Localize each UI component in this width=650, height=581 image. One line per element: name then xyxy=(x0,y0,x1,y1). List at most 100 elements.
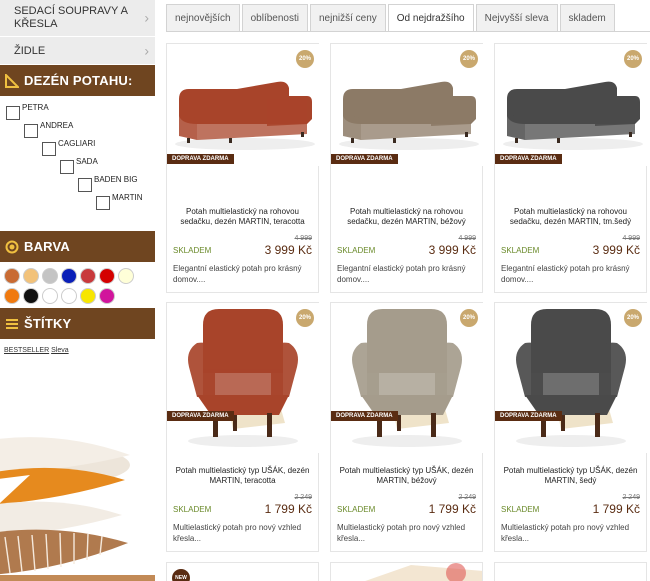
stock-status: SKLADEM xyxy=(501,505,540,514)
tag-sleva[interactable]: Sleva xyxy=(51,347,69,354)
category-sedaci-soupravy[interactable]: SEDACÍ SOUPRAVY A KŘESLA › xyxy=(0,0,155,37)
checkbox[interactable] xyxy=(96,196,110,210)
product-price: 3 999 Kč xyxy=(592,243,640,257)
color-swatch[interactable] xyxy=(118,268,134,284)
tab-0[interactable]: nejnovějších xyxy=(166,4,240,32)
sidebar: SEDACÍ SOUPRAVY A KŘESLA › ŽIDLE › DEZÉN… xyxy=(0,0,155,581)
pattern-andrea[interactable]: ANDREA xyxy=(24,121,74,138)
color-swatch[interactable] xyxy=(80,268,96,284)
product-card[interactable] xyxy=(330,562,483,581)
free-shipping-badge: DOPRAVA ZDARMA xyxy=(331,154,398,164)
discount-badge: 20% xyxy=(624,50,642,68)
pattern-petra[interactable]: PETRA xyxy=(6,103,49,120)
product-image[interactable] xyxy=(167,44,320,166)
pattern-label: ANDREA xyxy=(40,121,74,130)
product-image[interactable] xyxy=(167,303,320,453)
color-swatch[interactable] xyxy=(4,268,20,284)
product-image[interactable] xyxy=(495,44,648,166)
discount-badge: 20% xyxy=(296,50,314,68)
product-title[interactable]: Potah multielastický typ UŠÁK, dezén MAR… xyxy=(499,466,642,486)
pattern-heading-label: DEZÉN POTAHU: xyxy=(24,73,133,88)
triangle-ruler-icon xyxy=(4,73,20,89)
pattern-baden-big[interactable]: BADEN BIG xyxy=(78,175,138,192)
free-shipping-badge: DOPRAVA ZDARMA xyxy=(167,154,234,164)
page: SEDACÍ SOUPRAVY A KŘESLA › ŽIDLE › DEZÉN… xyxy=(0,0,650,581)
product-card[interactable]: 20% DOPRAVA ZDARMA Potah multielastický … xyxy=(330,302,484,552)
color-swatches xyxy=(0,262,155,304)
pattern-tree: PETRA ANDREA CAGLIARI SADA BADEN BIG MAR… xyxy=(0,96,155,228)
product-card[interactable]: 20% DOPRAVA ZDARMA Potah multielastický … xyxy=(330,43,484,293)
tab-4[interactable]: Nejvyšší sleva xyxy=(475,4,558,32)
swatch-row xyxy=(4,288,155,304)
pattern-cagliari[interactable]: CAGLIARI xyxy=(42,139,96,156)
tag-list: BESTSELLER Sleva xyxy=(0,339,155,411)
product-card[interactable] xyxy=(494,562,647,581)
color-swatch[interactable] xyxy=(23,268,39,284)
free-shipping-badge: DOPRAVA ZDARMA xyxy=(331,411,398,421)
color-swatch[interactable] xyxy=(99,288,115,304)
discount-badge: 20% xyxy=(460,309,478,327)
color-swatch[interactable] xyxy=(42,288,58,304)
color-swatch[interactable] xyxy=(42,268,58,284)
old-price: 2 249 xyxy=(294,494,312,501)
color-swatch[interactable] xyxy=(61,288,77,304)
color-swatch[interactable] xyxy=(61,268,77,284)
pattern-heading: DEZÉN POTAHU: xyxy=(0,65,155,96)
checkbox[interactable] xyxy=(6,106,20,120)
stock-status: SKLADEM xyxy=(337,246,376,255)
checkbox[interactable] xyxy=(24,124,38,138)
color-swatch[interactable] xyxy=(4,288,20,304)
product-title[interactable]: Potah multielastický na rohovou sedačku,… xyxy=(171,207,314,227)
color-swatch[interactable] xyxy=(23,288,39,304)
product-price: 1 799 Kč xyxy=(428,502,476,516)
color-swatch[interactable] xyxy=(99,268,115,284)
color-heading: BARVA xyxy=(0,231,155,262)
product-description: Multielastický potah pro nový vzhled kře… xyxy=(337,523,466,543)
sort-tabs: nejnovějších oblíbenosti nejnižší ceny Od n… xyxy=(166,4,617,32)
pattern-label: PETRA xyxy=(22,103,49,112)
chevron-right-icon: › xyxy=(144,42,149,58)
product-description: Multielastický potah pro nový vzhled kře… xyxy=(501,523,630,543)
pattern-martin[interactable]: MARTIN xyxy=(96,193,143,210)
tab-3[interactable]: Od nejdražšího xyxy=(387,4,474,32)
pattern-label: CAGLIARI xyxy=(58,139,96,148)
tag-bestseller[interactable]: BESTSELLER xyxy=(4,347,49,354)
free-shipping-badge: DOPRAVA ZDARMA xyxy=(495,411,562,421)
product-image[interactable] xyxy=(331,44,484,166)
product-price: 3 999 Kč xyxy=(264,243,312,257)
product-title[interactable]: Potah multielastický typ UŠÁK, dezén MAR… xyxy=(335,466,478,486)
product-card[interactable]: 20% DOPRAVA ZDARMA Potah multielastický … xyxy=(166,43,320,293)
tab-2[interactable]: nejnižší ceny xyxy=(309,4,386,32)
product-card[interactable]: 20% DOPRAVA ZDARMA Potah multielastický … xyxy=(494,302,648,552)
product-description: Elegantní elastický potah pro krásný dom… xyxy=(173,264,302,284)
product-card[interactable]: NEW xyxy=(166,562,319,581)
tab-5[interactable]: skladem xyxy=(559,4,615,32)
free-shipping-badge: DOPRAVA ZDARMA xyxy=(495,154,562,164)
tab-1[interactable]: oblíbenosti xyxy=(241,4,308,32)
new-badge: NEW xyxy=(172,569,190,581)
category-label: SEDACÍ SOUPRAVY A KŘESLA xyxy=(14,5,128,30)
old-price: 4 999 xyxy=(458,235,476,242)
stock-status: SKLADEM xyxy=(337,505,376,514)
product-title[interactable]: Potah multielastický na rohovou sedačku,… xyxy=(499,207,642,227)
circle-icon xyxy=(4,239,20,255)
pattern-label: SADA xyxy=(76,157,98,166)
category-zidle[interactable]: ŽIDLE › xyxy=(0,37,155,65)
checkbox[interactable] xyxy=(78,178,92,192)
product-image[interactable] xyxy=(495,303,648,453)
color-swatch[interactable] xyxy=(80,288,96,304)
product-title[interactable]: Potah multielastický typ UŠÁK, dezén MAR… xyxy=(171,466,314,486)
product-image[interactable] xyxy=(331,303,484,453)
stock-status: SKLADEM xyxy=(173,505,212,514)
product-card[interactable]: 20% DOPRAVA ZDARMA Potah multielastický … xyxy=(494,43,648,293)
product-card[interactable]: 20% DOPRAVA ZDARMA Potah multielastický … xyxy=(166,302,320,552)
product-title[interactable]: Potah multielastický na rohovou sedačku,… xyxy=(335,207,478,227)
product-price: 1 799 Kč xyxy=(264,502,312,516)
stock-status: SKLADEM xyxy=(501,246,540,255)
checkbox[interactable] xyxy=(42,142,56,156)
checkbox[interactable] xyxy=(60,160,74,174)
pattern-sada[interactable]: SADA xyxy=(60,157,98,174)
product-price: 1 799 Kč xyxy=(592,502,640,516)
swatch-row xyxy=(4,268,155,284)
free-shipping-badge: DOPRAVA ZDARMA xyxy=(167,411,234,421)
